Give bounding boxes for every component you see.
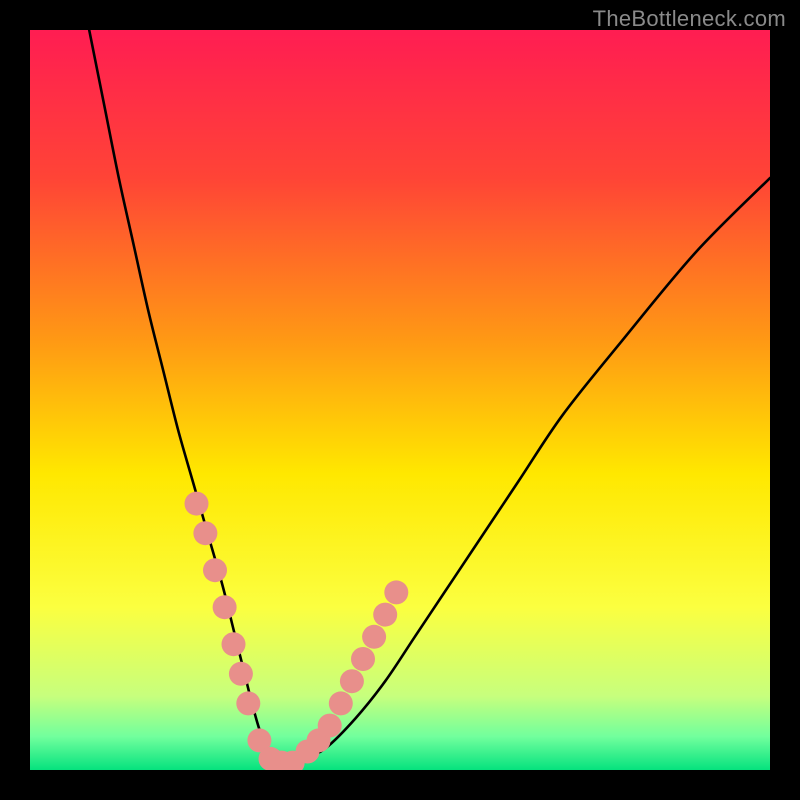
chart-frame <box>30 30 770 770</box>
watermark-text: TheBottleneck.com <box>593 6 786 32</box>
scatter-dot <box>213 595 237 619</box>
scatter-dot <box>222 632 246 656</box>
scatter-dot <box>329 691 353 715</box>
scatter-dot <box>203 558 227 582</box>
scatter-dot <box>351 647 375 671</box>
scatter-dot <box>362 625 386 649</box>
scatter-dot <box>373 603 397 627</box>
scatter-dot <box>236 691 260 715</box>
bottleneck-chart <box>30 30 770 770</box>
scatter-dot <box>229 662 253 686</box>
scatter-dot <box>185 492 209 516</box>
scatter-dot <box>193 521 217 545</box>
scatter-dot <box>318 714 342 738</box>
scatter-dot <box>384 580 408 604</box>
scatter-dot <box>340 669 364 693</box>
